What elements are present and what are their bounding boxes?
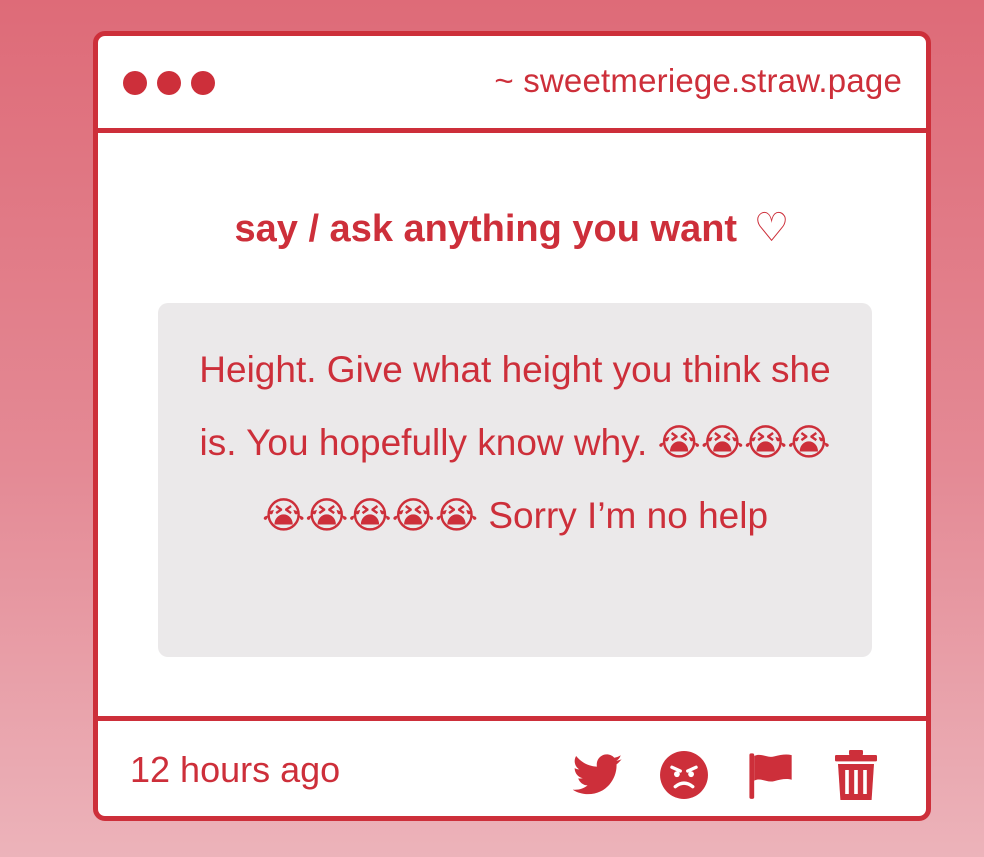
flag-icon: [749, 753, 792, 799]
prompt-text: say / ask anything you want: [234, 208, 738, 250]
window-dot-1[interactable]: [123, 71, 147, 95]
react-angry-button[interactable]: [658, 749, 710, 801]
card-content: say / ask anything you want ♡ Height. Gi…: [98, 133, 926, 716]
heart-icon: ♡: [753, 206, 790, 250]
card-footer: 12 hours ago: [98, 716, 926, 816]
report-flag-button[interactable]: [744, 749, 796, 801]
action-bar: [572, 749, 882, 801]
share-twitter-button[interactable]: [572, 749, 624, 801]
window-dot-3[interactable]: [191, 71, 215, 95]
angry-face-icon: [660, 751, 708, 799]
page-url[interactable]: ~ sweetmeriege.straw.page: [494, 62, 902, 100]
window-dot-2[interactable]: [157, 71, 181, 95]
trash-icon: [835, 750, 877, 800]
window-titlebar: ~ sweetmeriege.straw.page: [98, 36, 926, 133]
message-text: Height. Give what height you think she i…: [199, 349, 831, 536]
timestamp: 12 hours ago: [130, 749, 341, 790]
prompt-heading: say / ask anything you want ♡: [98, 205, 926, 251]
window-controls: [123, 71, 215, 95]
delete-button[interactable]: [830, 749, 882, 801]
message-box: Height. Give what height you think she i…: [158, 303, 872, 657]
message-card: ~ sweetmeriege.straw.page say / ask anyt…: [93, 31, 931, 821]
twitter-icon: [573, 754, 623, 795]
